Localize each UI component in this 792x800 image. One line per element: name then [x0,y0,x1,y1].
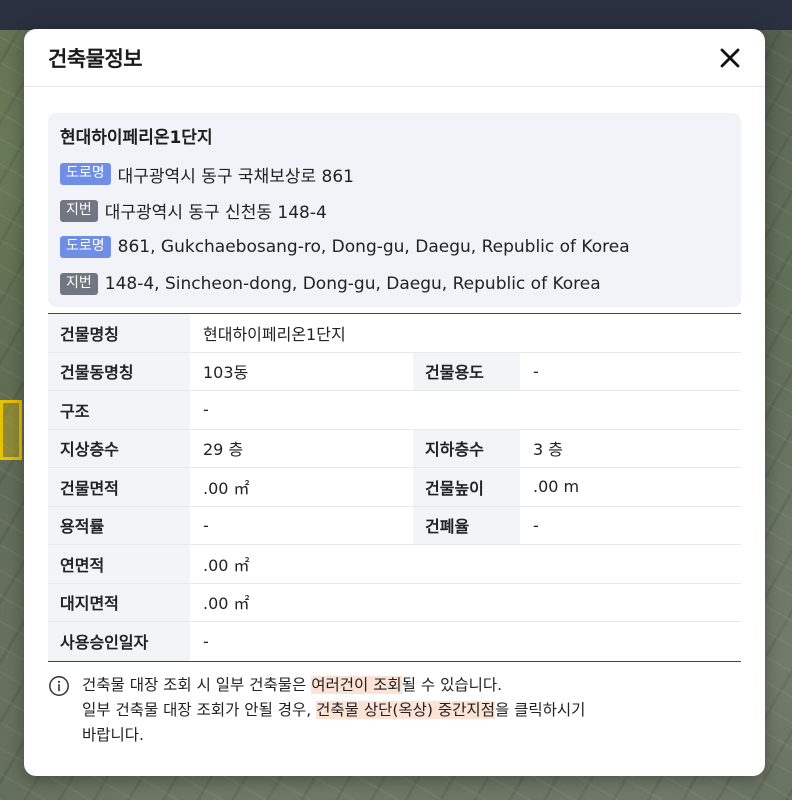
top-bar [0,0,792,30]
table-row: 구조 - [48,391,741,430]
address-row: 지번 대구광역시 동구 신천동 148-4 [60,198,729,224]
table-header-cell: 지상층수 [48,429,190,467]
address-row: 도로명 861, Gukchaebosang-ro, Dong-gu, Daeg… [60,234,729,260]
address-text: 대구광역시 동구 신천동 148-4 [104,203,327,223]
notice-text-part: 을 클릭하시기 [494,701,586,719]
address-box: 현대하이페리온1단지 도로명 대구광역시 동구 국채보상로 861 지번 대구광… [48,113,741,307]
table-header-cell: 건물동명칭 [48,352,190,390]
table-header-cell: 대지면적 [48,583,190,621]
table-value-cell: - [203,515,209,535]
notice-line-1: 건축물 대장 조회 시 일부 건축물은 여러건이 조회될 수 있습니다. [82,673,585,698]
building-name: 현대하이페리온1단지 [60,128,213,148]
table-value-cell: .00 ㎡ [203,555,250,575]
info-circle-icon [49,676,69,696]
notice-highlight: 여러건이 조회 [311,676,402,694]
table-value-cell: - [533,515,539,535]
lot-address-tag: 지번 [60,272,98,295]
lot-address-tag: 지번 [60,199,98,222]
modal-header: 건축물정보 [24,29,765,87]
address-text: 대구광역시 동구 국채보상로 861 [117,166,354,187]
table-value-cell: 3 층 [533,440,563,460]
table-value-cell: 103동 [203,363,249,383]
table-value-cell: 29 층 [203,440,244,460]
table-header-cell: 건물명칭 [48,314,190,352]
road-address-tag: 도로명 [60,236,111,258]
table-header-cell: 연면적 [48,545,190,583]
building-info-modal: 건축물정보 현대하이페리온1단지 도로명 대구광역시 동구 국채보상로 861 … [24,29,765,776]
table-row: 건물면적 .00 ㎡ 건물높이 .00 m [48,468,741,507]
notice-line-3: 바랍니다. [82,726,144,744]
table-header-cell: 건물면적 [48,468,190,506]
table-row: 대지면적 .00 ㎡ [48,583,741,622]
table-header-cell: 건폐율 [413,506,520,544]
notice-line-2: 일부 건축물 대장 조회가 안될 경우, 건축물 상단(옥상) 중간지점을 클릭… [82,698,585,723]
address-text: 861, Gukchaebosang-ro, Dong-gu, Daegu, R… [117,237,630,257]
notice-highlight: 건축물 상단(옥상) 중간지점 [316,701,495,719]
close-button[interactable] [717,45,743,71]
table-header-cell: 사용승인일자 [48,622,190,661]
close-icon [720,48,740,67]
notice-text: 건축물 대장 조회 시 일부 건축물은 여러건이 조회될 수 있습니다. 일부 … [82,673,585,748]
table-value-cell: - [203,400,209,420]
road-address-tag: 도로명 [60,163,111,185]
notice: 건축물 대장 조회 시 일부 건축물은 여러건이 조회될 수 있습니다. 일부 … [48,673,741,748]
table-row: 용적률 - 건폐율 - [48,506,741,545]
table-header-cell: 건물용도 [413,352,520,390]
table-header-cell: 구조 [48,391,190,429]
table-value-cell: 현대하이페리온1단지 [203,324,346,344]
table-row: 건물명칭 현대하이페리온1단지 [48,314,741,353]
map-building-highlight[interactable] [0,400,22,460]
table-header-cell: 용적률 [48,506,190,544]
table-row: 지상층수 29 층 지하층수 3 층 [48,429,741,468]
table-value-cell: .00 ㎡ [203,478,250,498]
table-value-cell: .00 m [533,477,580,497]
address-row: 지번 148-4, Sincheon-dong, Dong-gu, Daegu,… [60,271,729,297]
table-header-cell: 지하층수 [413,429,520,467]
building-info-table: 건물명칭 현대하이페리온1단지 건물동명칭 103동 건물용도 - 구조 - 지… [48,313,741,662]
table-header-cell: 건물높이 [413,468,520,506]
address-row: 도로명 대구광역시 동구 국채보상로 861 [60,161,729,187]
table-value-cell: - [533,361,539,381]
table-row: 사용승인일자 - [48,622,741,661]
table-row: 건물동명칭 103동 건물용도 - [48,352,741,391]
table-row: 연면적 .00 ㎡ [48,545,741,584]
notice-text-part: 일부 건축물 대장 조회가 안될 경우, [82,701,317,719]
modal-title: 건축물정보 [48,46,143,71]
table-value-cell: .00 ㎡ [203,594,250,614]
address-text: 148-4, Sincheon-dong, Dong-gu, Daegu, Re… [104,273,601,294]
notice-text-part: 될 수 있습니다. [401,676,503,694]
table-value-cell: - [203,631,209,651]
notice-text-part: 건축물 대장 조회 시 일부 건축물은 [82,676,312,694]
